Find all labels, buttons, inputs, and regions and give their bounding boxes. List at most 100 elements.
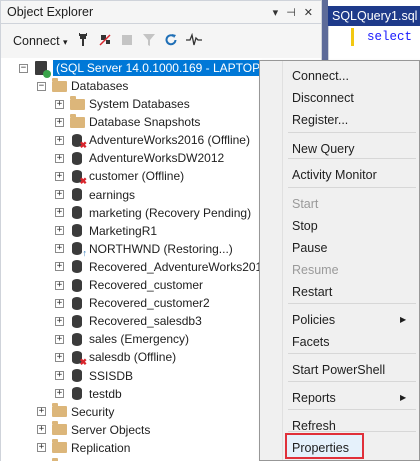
expand-icon[interactable]: + [55,262,64,272]
folder-icon [51,403,67,420]
query-text: select S [367,30,420,44]
tree-node-database[interactable]: + Recovered_salesdb3 [55,311,202,331]
tree-node-label: earnings [89,187,136,202]
tree-node-folder[interactable]: + Security [37,402,114,422]
tree-node-database[interactable]: + ↑ NORTHWND (Restoring...) [55,239,233,259]
tree-node-server[interactable]: − (SQL Server 14.0.1000.169 - LAPTOP-A [19,58,276,78]
tree-node-folder[interactable]: + System Databases [55,94,190,114]
tab-sqlquery1[interactable]: SQLQuery1.sql - [328,6,420,26]
menu-item-properties[interactable]: Properties [292,438,349,458]
server-icon [33,60,51,78]
tree-node-database[interactable]: + MarketingR1 [55,221,157,241]
filter-icon[interactable] [142,33,156,50]
menu-item-policies[interactable]: Policies ▶ [292,310,406,330]
expand-icon[interactable]: + [55,208,64,218]
menu-item-start-powershell[interactable]: Start PowerShell [292,360,385,380]
tree-node-folder[interactable]: + Server Objects [37,420,150,440]
tree-node-database[interactable]: + AdventureWorksDW2012 [55,148,224,168]
expand-icon[interactable]: + [37,407,46,417]
tree-node-label: Recovered_salesdb3 [89,314,202,329]
database-icon [69,187,85,203]
tree-node-database[interactable]: + testdb [55,384,122,404]
menu-item-register[interactable]: Register... [292,110,348,130]
tree-node-database[interactable]: + ✖ customer (Offline) [55,166,184,186]
activity-icon[interactable] [185,32,202,50]
tree-node-folder[interactable]: + Database Snapshots [55,112,200,132]
close-icon[interactable]: ✕ [304,6,313,19]
server-context-menu: Connect... Disconnect Register... New Query… [259,60,420,461]
tree-node-database[interactable]: + Recovered_customer [55,275,203,295]
tree-node-databases[interactable]: − Databases [37,76,128,96]
menu-item-label: Activity Monitor [292,168,377,182]
database-icon: ↑ [69,241,87,258]
menu-item-connect[interactable]: Connect... [292,66,349,86]
tree-node-database[interactable]: + earnings [55,185,135,205]
expand-icon[interactable]: + [55,352,64,362]
menu-item-new-query[interactable]: New Query [292,139,355,159]
tree-node-database[interactable]: + ✖ AdventureWorks2016 (Offline) [55,130,250,150]
menu-item-disconnect[interactable]: Disconnect [292,88,354,108]
connect-icon[interactable] [76,32,90,50]
connect-label: Connect [13,34,60,48]
expand-icon[interactable]: + [37,425,46,435]
expand-icon[interactable]: + [55,371,64,380]
tree-node-folder[interactable]: +PolyBase [37,456,122,461]
expand-icon[interactable]: + [55,298,64,308]
menu-item-activity-monitor[interactable]: Activity Monitor [292,165,377,185]
window-position-icon[interactable]: ▾ [273,6,279,19]
menu-item-resume: Resume [292,260,339,280]
menu-item-start: Start [292,194,318,214]
tree-node-database[interactable]: + SSISDB [55,366,133,386]
expand-icon[interactable]: + [55,389,64,399]
database-icon [69,205,85,221]
expand-icon[interactable]: + [55,316,64,326]
tree-node-label: marketing (Recovery Pending) [89,205,252,220]
tree-node-database[interactable]: + marketing (Recovery Pending) [55,203,251,223]
expand-icon[interactable]: + [55,135,64,145]
tree-node-label: System Databases [89,97,190,111]
refresh-icon[interactable] [164,33,178,50]
collapse-icon[interactable]: − [37,81,46,91]
collapse-icon[interactable]: − [19,63,28,73]
stop-icon[interactable] [120,34,134,49]
database-icon [69,223,85,239]
menu-item-reports[interactable]: Reports ▶ [292,388,406,408]
tree-node-database[interactable]: + ✖ salesdb (Offline) [55,347,176,367]
expand-icon[interactable]: + [37,443,46,453]
databases-label: Databases [71,79,129,93]
menu-separator [288,132,416,133]
expand-icon[interactable]: + [55,280,64,290]
expand-icon[interactable]: + [55,226,64,236]
expand-icon[interactable]: + [55,153,64,163]
expand-icon[interactable]: + [55,171,64,181]
tree-node-database[interactable]: + Recovered_AdventureWorks201 [55,257,262,277]
menu-item-label: Disconnect [292,91,354,105]
expand-icon[interactable]: + [55,334,64,344]
expand-icon[interactable]: + [55,99,64,109]
menu-item-label: New Query [292,142,355,156]
menu-item-stop[interactable]: Stop [292,216,318,236]
menu-item-facets[interactable]: Facets [292,332,330,352]
tree-node-label: AdventureWorks2016 (Offline) [89,133,250,148]
pin-icon[interactable]: ⊣ [286,6,296,19]
menu-item-label: Policies [292,313,336,327]
expand-icon[interactable]: + [55,244,64,254]
menu-item-restart[interactable]: Restart [292,282,332,302]
connect-button[interactable]: Connect ▾ [13,34,68,48]
tree-node-database[interactable]: + sales (Emergency) [55,329,189,349]
menu-item-pause[interactable]: Pause [292,238,327,258]
menu-separator [288,303,416,304]
database-icon: ✖ [69,349,87,366]
tree-node-folder[interactable]: + Replication [37,438,130,458]
chevron-right-icon: ▶ [400,393,407,402]
tree-node-database[interactable]: + Recovered_customer2 [55,293,210,313]
tree-node-label: testdb [89,386,122,401]
folder-icon [51,421,67,438]
menu-gutter [282,61,283,460]
disconnect-icon[interactable] [98,33,112,50]
menu-item-label: Resume [292,263,339,277]
expand-icon[interactable]: + [55,117,64,127]
database-icon [69,150,85,166]
menu-item-refresh[interactable]: Refresh [292,416,336,436]
expand-icon[interactable]: + [55,190,64,199]
